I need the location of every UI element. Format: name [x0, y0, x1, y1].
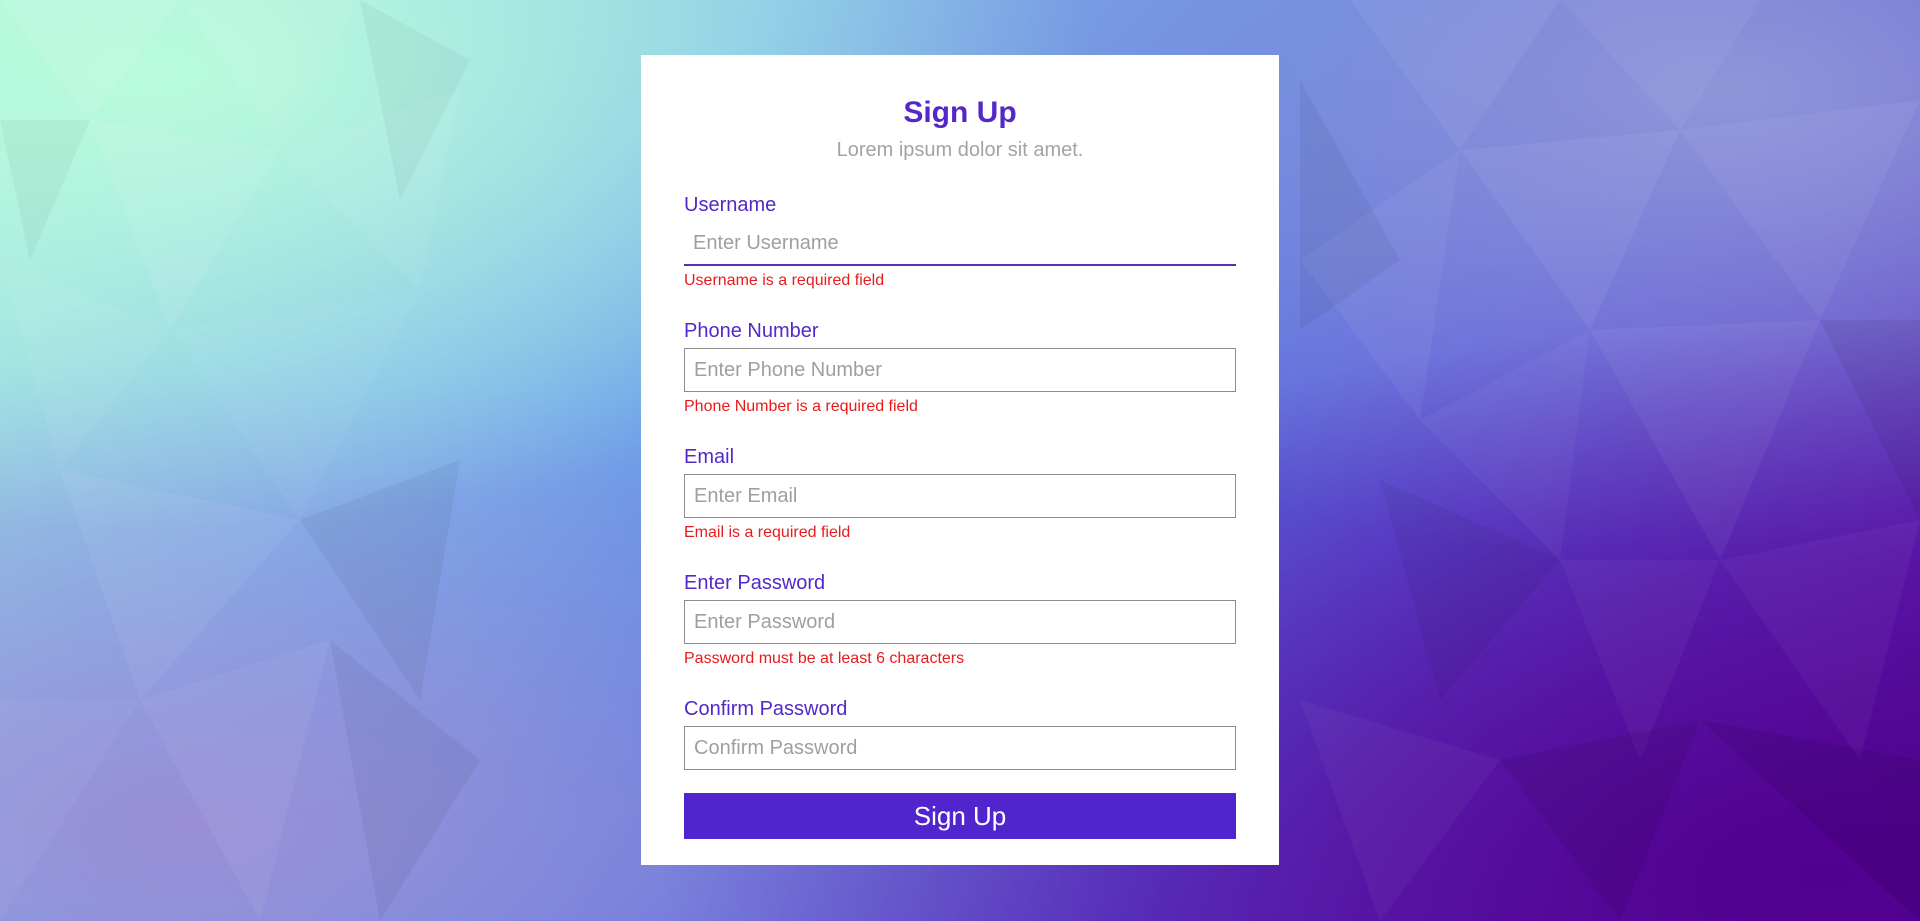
signup-button[interactable]: Sign Up	[684, 793, 1236, 839]
confirm-password-field-group: Confirm Password	[684, 697, 1236, 770]
phone-label: Phone Number	[684, 320, 819, 342]
username-field-group: Username Username is a required field	[684, 193, 1236, 291]
email-input[interactable]	[684, 474, 1236, 518]
phone-error: Phone Number is a required field	[684, 398, 918, 415]
confirm-password-label: Confirm Password	[684, 698, 848, 720]
confirm-password-input[interactable]	[684, 726, 1236, 770]
phone-field-group: Phone Number Phone Number is a required …	[684, 319, 1236, 417]
password-input[interactable]	[684, 600, 1236, 644]
password-error: Password must be at least 6 characters	[684, 650, 965, 667]
email-error: Email is a required field	[684, 524, 851, 541]
email-field-group: Email Email is a required field	[684, 445, 1236, 543]
password-label: Enter Password	[684, 572, 826, 594]
username-error: Username is a required field	[684, 272, 885, 289]
form-subtitle: Lorem ipsum dolor sit amet.	[836, 139, 1084, 161]
username-input[interactable]	[684, 222, 1236, 266]
username-label: Username	[684, 194, 777, 216]
password-field-group: Enter Password Password must be at least…	[684, 571, 1236, 669]
form-title: Sign Up	[903, 96, 1017, 129]
signup-card: Sign Up Lorem ipsum dolor sit amet. User…	[641, 55, 1279, 865]
email-label: Email	[684, 446, 735, 468]
phone-input[interactable]	[684, 348, 1236, 392]
